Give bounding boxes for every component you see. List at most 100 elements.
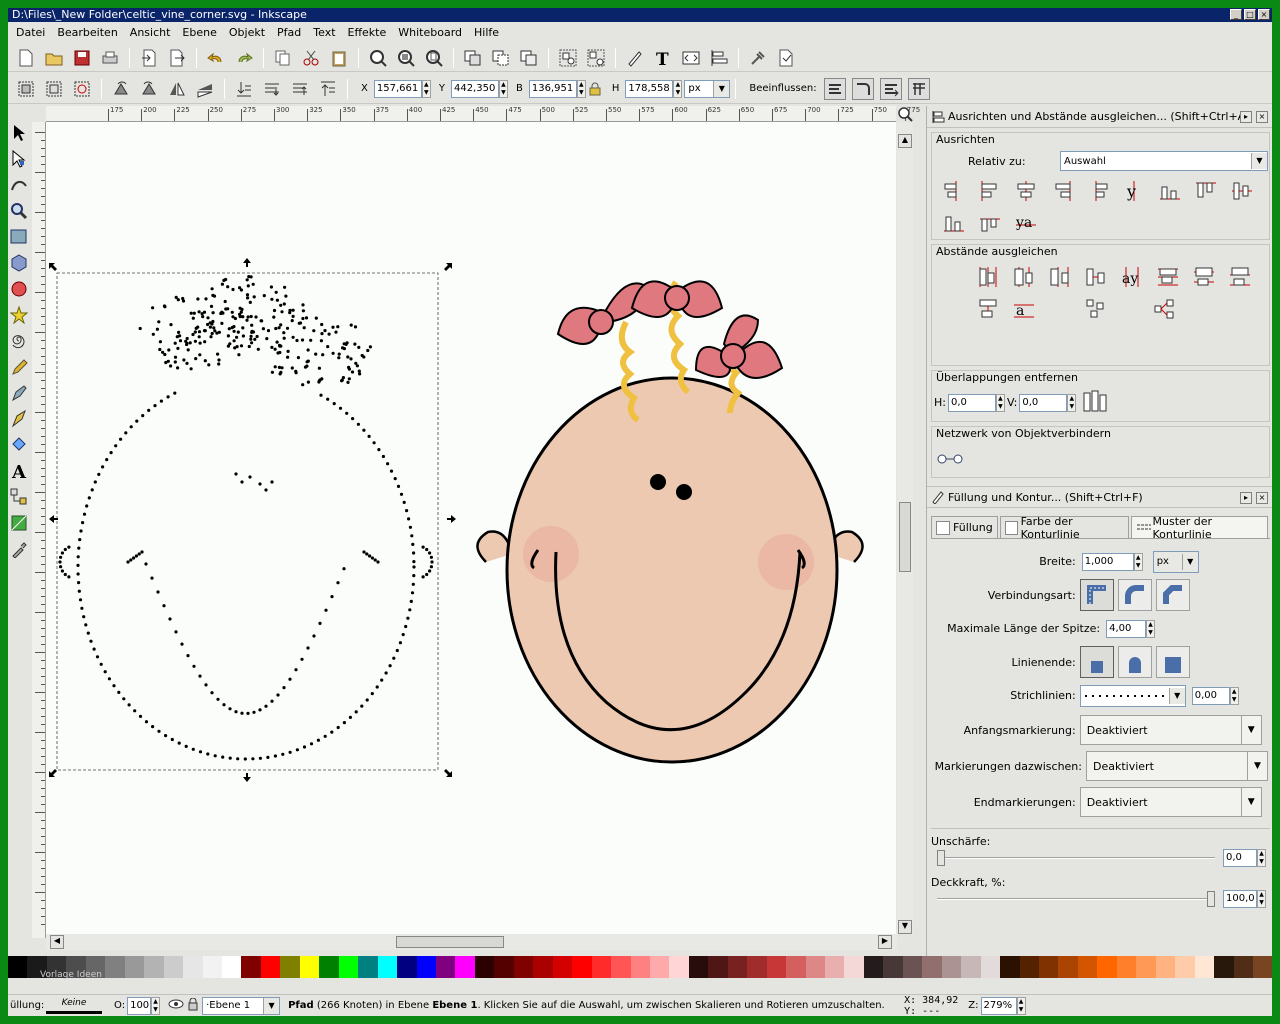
minimize-button[interactable]: _ [1230, 9, 1242, 20]
scroll-up-arrow-icon[interactable]: ▲ [898, 134, 912, 148]
color-swatch[interactable] [1155, 956, 1176, 978]
tab-stroke-style[interactable]: Muster der Konturlinie [1131, 515, 1268, 541]
color-swatch[interactable] [241, 956, 261, 978]
close-icon[interactable]: × [1256, 111, 1268, 123]
chevron-down-icon[interactable]: ▼ [1247, 752, 1267, 780]
chevron-down-icon[interactable]: ▼ [1168, 687, 1185, 704]
color-swatch[interactable] [533, 956, 553, 978]
color-swatch[interactable] [163, 956, 184, 978]
menu-ebene[interactable]: Ebene [176, 26, 222, 39]
dash-offset-value[interactable]: 0,00 [1191, 686, 1230, 705]
spin-arrows-icon[interactable]: ▲ ▼ [576, 79, 586, 98]
spin-arrows-icon[interactable]: ▲ ▼ [1067, 393, 1077, 412]
ellipse-tool-icon[interactable] [9, 278, 29, 300]
zoom-drawing-icon[interactable] [395, 47, 417, 69]
round-join-icon[interactable] [1117, 579, 1152, 611]
color-swatch[interactable] [1058, 956, 1078, 978]
color-swatch[interactable] [1077, 956, 1098, 978]
dropper-tool-icon[interactable] [9, 538, 29, 560]
mid-marker-dropdown[interactable]: Deaktiviert ▼ [1086, 751, 1268, 781]
color-swatch[interactable] [1019, 956, 1040, 978]
width-value[interactable]: 136,951 [528, 79, 577, 98]
redo-icon[interactable] [233, 47, 255, 69]
color-swatch[interactable] [1000, 956, 1020, 978]
zoom-tool-icon[interactable] [9, 200, 29, 222]
distribute-vertical-gaps-icon[interactable] [974, 295, 1002, 323]
blur-spinbox[interactable]: 0,0 ▲ ▼ [1223, 849, 1266, 867]
scale-stroke-icon[interactable] [823, 77, 846, 100]
zoom-value[interactable]: 279% [980, 996, 1017, 1015]
x-spinbox[interactable]: 157,661 ▲ ▼ [373, 79, 431, 98]
distribute-bottom-edges-icon[interactable] [1226, 263, 1254, 291]
spin-arrows-icon[interactable]: ▲ ▼ [1016, 996, 1026, 1015]
unlink-clone-icon[interactable] [518, 47, 540, 69]
zoom-spinbox[interactable]: 279% ▲ ▼ [980, 996, 1026, 1015]
print-icon[interactable] [99, 47, 121, 69]
horizontal-scroll-thumb[interactable] [396, 936, 504, 948]
color-swatch[interactable] [902, 956, 923, 978]
color-swatch[interactable] [766, 956, 787, 978]
menu-whiteboard[interactable]: Whiteboard [392, 26, 468, 39]
color-swatch[interactable] [1214, 956, 1234, 978]
color-swatch[interactable] [883, 956, 903, 978]
duplicate-icon[interactable] [462, 47, 484, 69]
maximize-button[interactable]: □ [1244, 9, 1256, 20]
color-swatch[interactable] [1233, 956, 1253, 978]
arrange-connector-network-icon[interactable] [936, 447, 964, 471]
vertical-scroll-thumb[interactable] [899, 502, 911, 572]
color-swatch[interactable] [805, 956, 826, 978]
menu-text[interactable]: Text [307, 26, 341, 39]
color-swatch[interactable] [688, 956, 709, 978]
node-tool-icon[interactable] [9, 148, 29, 170]
color-swatch[interactable] [377, 956, 398, 978]
color-swatch[interactable] [708, 956, 728, 978]
distribute-top-edges-icon[interactable] [1154, 263, 1182, 291]
center-horizontal-axis-icon[interactable] [1228, 177, 1256, 205]
chevron-down-icon[interactable]: ▼ [1240, 788, 1261, 816]
x-value[interactable]: 157,661 [373, 79, 422, 98]
align-top-edge-to-bottom-icon[interactable] [1156, 177, 1184, 205]
rotate-ccw-icon[interactable] [110, 78, 132, 100]
color-swatch[interactable] [825, 956, 845, 978]
tab-stroke-paint[interactable]: Farbe der Konturlinie [999, 515, 1130, 541]
xml-editor-icon[interactable] [680, 47, 702, 69]
align-right-edge-to-left-icon[interactable] [940, 177, 968, 205]
rectangle-tool-icon[interactable] [9, 226, 29, 248]
stroke-unit-dropdown[interactable]: px ▼ [1152, 550, 1199, 573]
align-text-anchors-vertical-icon[interactable]: y [1120, 177, 1148, 205]
color-swatch[interactable] [474, 956, 495, 978]
distribute-centers-vertical-icon[interactable] [1190, 263, 1218, 291]
width-spinbox[interactable]: 136,951 ▲ ▼ [528, 79, 586, 98]
vertical-scrollbar[interactable]: ▲ ▼ [897, 122, 913, 934]
relative-to-dropdown[interactable]: Auswahl ▼ [1060, 151, 1268, 171]
copy-icon[interactable] [272, 47, 294, 69]
spin-arrows-icon[interactable]: ▲ ▼ [1257, 890, 1266, 908]
miter-limit-spinbox[interactable]: 4,00 ▲ ▼ [1106, 619, 1156, 638]
color-swatch[interactable] [1039, 956, 1059, 978]
align-bottom-edge-to-top-icon[interactable] [976, 209, 1004, 237]
pencil-tool-icon[interactable] [9, 356, 29, 378]
dock-icon[interactable]: ▸ [1240, 111, 1252, 123]
distribute-right-edges-icon[interactable] [1046, 263, 1074, 291]
distribute-centers-horizontal-icon[interactable] [1010, 263, 1038, 291]
color-swatch[interactable] [630, 956, 650, 978]
group-icon[interactable] [557, 47, 579, 69]
color-swatch[interactable] [1175, 956, 1195, 978]
3d-box-tool-icon[interactable] [9, 252, 29, 274]
fill-stroke-icon[interactable] [624, 47, 646, 69]
raise-to-top-icon[interactable] [317, 78, 339, 100]
dock-icon[interactable]: ▸ [1240, 492, 1252, 504]
spin-arrows-icon[interactable]: ▲ ▼ [673, 79, 683, 98]
round-cap-icon[interactable] [1117, 646, 1152, 678]
miter-join-icon[interactable] [1079, 579, 1114, 611]
stroke-indicator[interactable]: Keine [46, 998, 102, 1014]
unit-dropdown[interactable]: px ▼ [684, 79, 731, 98]
opacity-slider-thumb[interactable] [1207, 891, 1215, 907]
color-swatch[interactable] [863, 956, 884, 978]
color-swatch[interactable] [202, 956, 222, 978]
distribute-horizontal-gaps-icon[interactable] [1082, 263, 1110, 291]
spin-arrows-icon[interactable]: ▲ ▼ [995, 393, 1005, 412]
select-all-icon[interactable] [15, 78, 37, 100]
spin-arrows-icon[interactable]: ▲ ▼ [1146, 619, 1156, 638]
distribute-text-baselines-icon[interactable]: a [1010, 295, 1038, 323]
